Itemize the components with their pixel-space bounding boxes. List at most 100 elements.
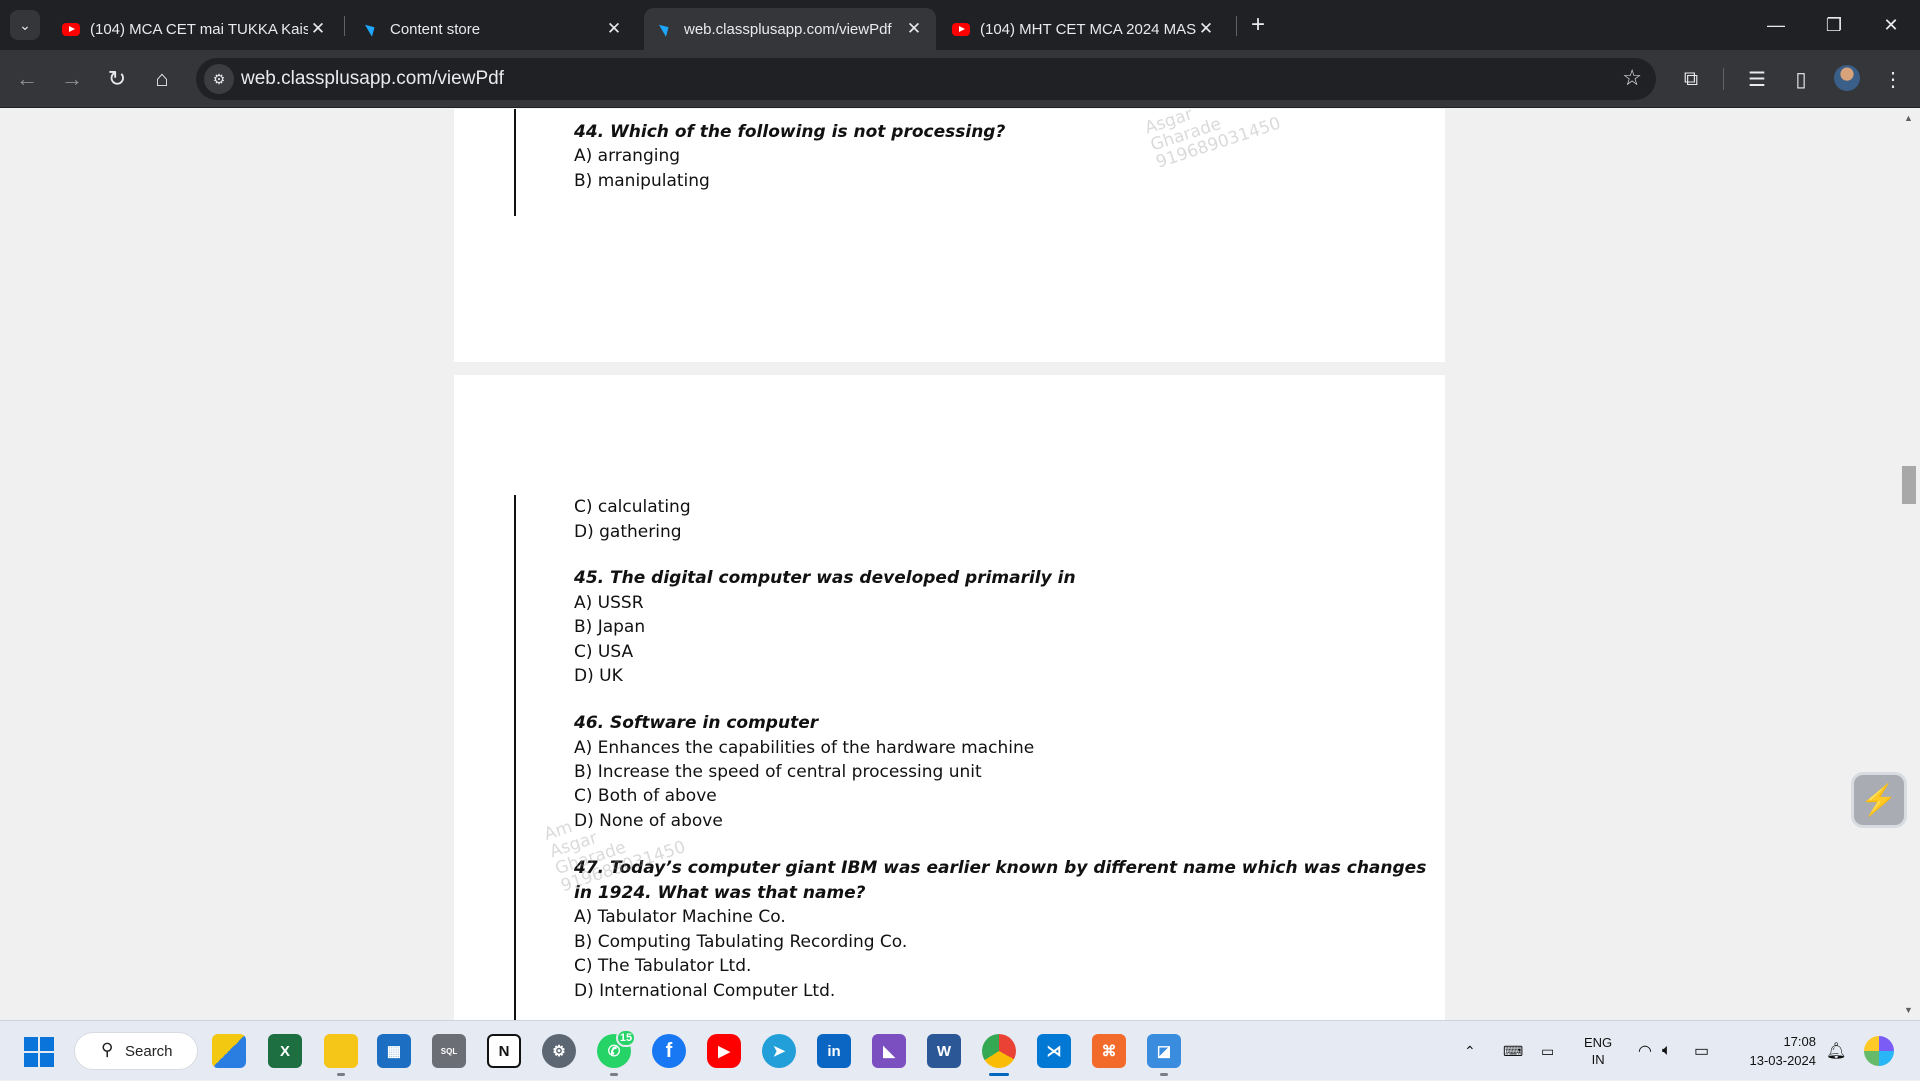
back-button[interactable]: ← [10,62,44,96]
running-indicator [1160,1073,1168,1076]
clock-date: 13-03-2024 [1749,1053,1817,1068]
tab-search-button[interactable]: ⌄ [10,10,40,40]
option-text: C) calculating [574,497,691,517]
browser-toolbar: ← → ↻ ⌂ ⚙ web.classplusapp.com/viewPdf ☆… [0,50,1920,108]
youtube-icon [952,20,970,38]
facebook-icon[interactable]: f [652,1034,686,1068]
sql-icon[interactable]: SQL [432,1034,466,1068]
linkedin-icon[interactable]: in [817,1034,851,1068]
reload-button[interactable]: ↻ [100,62,134,96]
clock-time: 17:08 [1783,1034,1816,1049]
option-text: D) International Computer Ltd. [574,981,836,1001]
option-text: B) manipulating [574,171,710,191]
forward-button[interactable]: → [55,62,89,96]
question-text: 46. Software in computer [574,713,819,733]
battery-icon[interactable]: ▭ [1694,1021,1709,1081]
taskbar-search[interactable]: ⚲ Search [74,1032,198,1070]
tab-content-store[interactable]: Content store ✕ [350,8,636,50]
new-tab-button[interactable]: + [1243,10,1273,40]
input-language[interactable]: ENG IN [1584,1021,1612,1081]
scrollbar-thumb[interactable] [1902,466,1916,504]
question-text: in 1924. What was that name? [574,883,866,903]
tab-viewpdf[interactable]: web.classplusapp.com/viewPdf ✕ [644,8,936,50]
minimize-button[interactable]: — [1747,0,1805,50]
settings-gear-icon[interactable]: ⚙ [542,1034,576,1068]
option-text: D) UK [574,666,623,686]
notion-icon[interactable]: N [487,1034,521,1068]
youtube-icon [62,20,80,38]
microsoft-store-icon[interactable]: ▦ [377,1034,411,1068]
telegram-icon[interactable]: ➤ [762,1034,796,1068]
running-indicator [337,1073,345,1076]
windows-start-icon[interactable] [24,1037,54,1067]
wifi-icon[interactable]: ◠ [1638,1021,1652,1081]
home-button[interactable]: ⌂ [145,62,179,96]
question-text: 45. The digital computer was developed p… [574,568,1076,588]
excel-icon[interactable]: X [268,1034,302,1068]
windows-taskbar: ⚲ Search X ▦ SQL N ⚙ ✆ 15 f ▶ ➤ in ◣ W ⋊… [0,1020,1920,1080]
vscode-icon[interactable]: ⋊ [1037,1034,1071,1068]
word-icon[interactable]: W [927,1034,961,1068]
option-text: D) gathering [574,522,682,542]
option-text: B) Computing Tabulating Recording Co. [574,932,908,952]
option-text: A) arranging [574,146,681,166]
photos-icon[interactable]: ◪ [1147,1034,1181,1068]
option-text: B) Increase the speed of central process… [574,762,982,782]
pdf-viewer[interactable]: 44. Which of the following is not proces… [0,109,1920,1020]
scroll-up-icon[interactable]: ▲ [1904,113,1913,123]
site-settings-icon[interactable]: ⚙ [204,64,234,94]
arrow-right-icon: → [61,66,83,91]
keyboard-icon[interactable]: ⌨ [1503,1021,1523,1081]
watermark: Am Asgar Gharade 919689031450 [541,817,689,897]
close-icon[interactable]: ✕ [308,19,328,39]
close-icon[interactable]: ✕ [604,19,624,39]
reading-list-icon[interactable]: ☰ [1740,62,1774,96]
address-bar[interactable]: ⚙ web.classplusapp.com/viewPdf ☆ [196,58,1656,100]
address-url[interactable]: web.classplusapp.com/viewPdf [241,68,504,90]
option-text: A) Tabulator Machine Co. [574,907,786,927]
chrome-icon[interactable] [982,1034,1016,1068]
lightning-icon: ⚡ [1860,783,1898,817]
option-text: A) Enhances the capabilities of the hard… [574,738,1035,758]
notifications-icon[interactable]: 🔔︎ [1826,1021,1846,1081]
restore-icon: ❐ [1825,14,1843,35]
classplus-icon [362,20,380,38]
file-explorer-icon[interactable] [324,1034,358,1068]
option-text: A) USSR [574,593,644,613]
tab-youtube-mca-cet[interactable]: (104) MCA CET mai TUKKA Kaise ✕ [50,8,340,50]
xampp-icon[interactable]: ⌘ [1092,1034,1126,1068]
visual-studio-icon[interactable]: ◣ [872,1034,906,1068]
minimize-icon: — [1767,14,1785,35]
classplus-floating-button[interactable]: ⚡ [1851,772,1907,828]
question-text: 47. Today’s computer giant IBM was earli… [574,858,1427,878]
copilot-icon[interactable] [1864,1036,1894,1066]
option-text: B) Japan [574,617,646,637]
bookmark-star-icon[interactable]: ☆ [1622,65,1642,91]
menu-kebab-icon[interactable]: ⋮ [1876,62,1910,96]
chevron-down-icon: ⌄ [19,16,31,33]
tab-title: (104) MHT CET MCA 2024 MAS [980,20,1196,38]
extensions-icon[interactable]: ⧉ [1674,62,1708,96]
restore-button[interactable]: ❐ [1805,0,1863,50]
close-icon[interactable]: ✕ [1196,19,1216,39]
side-panel-icon[interactable]: ▯ [1784,62,1818,96]
close-window-button[interactable]: ✕ [1862,0,1920,50]
tab-separator [344,16,345,36]
classplus-icon [656,20,674,38]
toolbar-separator [1723,68,1724,90]
youtube-icon[interactable]: ▶ [707,1034,741,1068]
pdf-page: C) calculating D) gathering 45. The digi… [454,375,1445,1020]
show-hidden-icons-chevron[interactable]: ⌃ [1464,1021,1476,1081]
volume-icon[interactable]: 🔈︎ [1662,1021,1672,1081]
profile-avatar[interactable] [1834,65,1860,91]
scroll-down-icon[interactable]: ▼ [1904,1005,1913,1015]
tab-separator [1236,16,1237,36]
tab-youtube-mht-cet[interactable]: (104) MHT CET MCA 2024 MAS ✕ [940,8,1228,50]
margin-rule [514,495,516,1020]
touch-keyboard-icon[interactable]: ▭ [1541,1021,1554,1081]
vertical-scrollbar[interactable]: ▲ ▼ [1898,109,1920,1020]
system-clock[interactable]: 17:08 13-03-2024 [1736,1021,1817,1081]
tab-title: web.classplusapp.com/viewPdf [684,20,892,38]
close-icon[interactable]: ✕ [904,19,924,39]
powerbi-icon[interactable] [212,1034,246,1068]
